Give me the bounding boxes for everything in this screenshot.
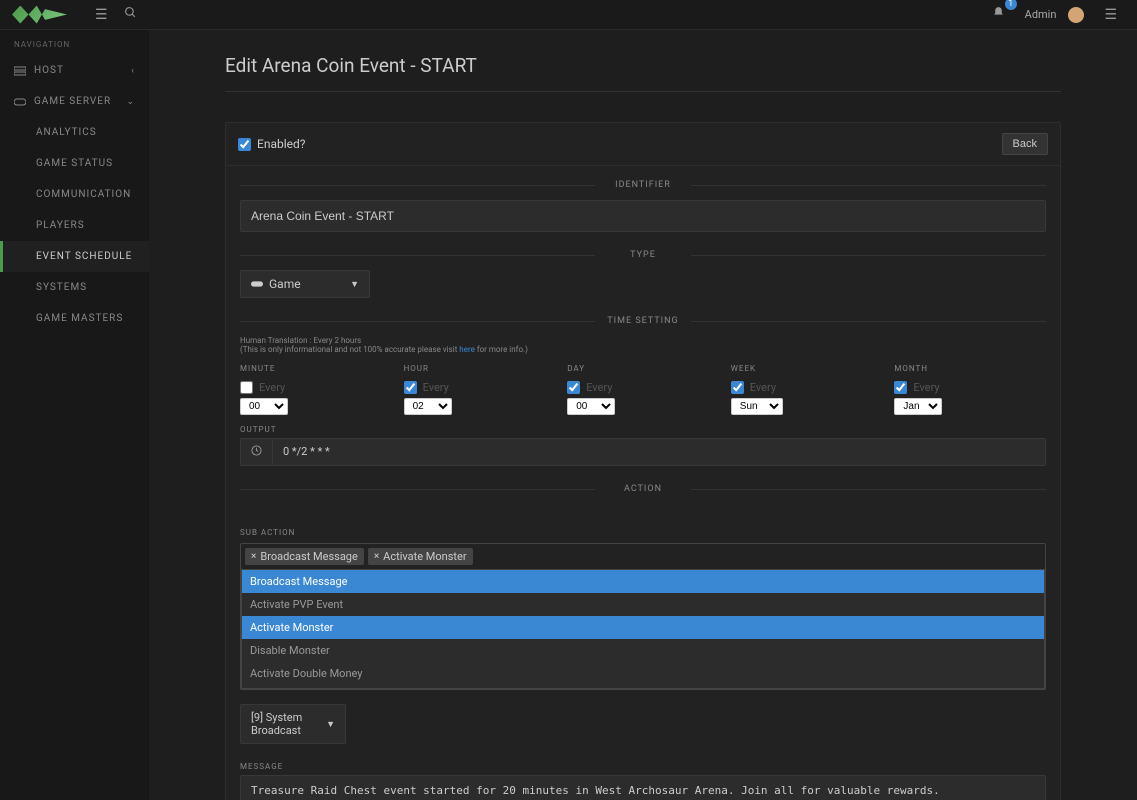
avatar[interactable] [1068,7,1084,23]
minute-select[interactable]: 00 [240,398,288,415]
logo [12,6,67,24]
month-select[interactable]: Jan [894,398,942,415]
nav-analytics[interactable]: ANALYTICS [0,117,149,148]
message-label: MESSAGE [240,762,1046,771]
enabled-checkbox-label[interactable]: Enabled? [238,137,305,151]
gamepad-icon [251,277,263,291]
action-section-label: ACTION [240,484,1046,494]
channel-select[interactable]: [9] System Broadcast ▼ [240,704,346,744]
month-column: MONTH Every Jan [894,364,1046,415]
hour-select[interactable]: 02 [404,398,452,415]
dropdown-option[interactable]: Activate Monster [242,616,1044,639]
page-title: Edit Arena Coin Event - START [225,54,1061,92]
dropdown-option[interactable]: Activate Double Drop [242,685,1044,689]
nav-systems[interactable]: SYSTEMS [0,272,149,303]
main-content: Edit Arena Coin Event - START Enabled? B… [149,30,1137,800]
sub-action-label: SUB ACTION [240,528,1046,537]
tag-activate-monster: ×Activate Monster [368,548,473,565]
server-icon [14,66,26,76]
nav-host[interactable]: HOST ‹ [0,55,149,86]
nav-game-masters[interactable]: GAME MASTERS [0,303,149,334]
notifications-button[interactable]: 1 [984,2,1013,27]
identifier-input[interactable] [240,200,1046,232]
topbar-menu-button[interactable]: ☰ [1096,3,1125,27]
nav-section-title: NAVIGATION [0,30,149,55]
hour-every-checkbox[interactable] [404,381,417,394]
output-label: OUTPUT [240,425,1046,434]
week-every-checkbox[interactable] [731,381,744,394]
dropdown-option[interactable]: Disable Monster [242,639,1044,662]
month-every-checkbox[interactable] [894,381,907,394]
week-select[interactable]: Sun [731,398,783,415]
tag-broadcast-message: ×Broadcast Message [245,548,364,565]
sub-action-dropdown: Broadcast Message Activate PVP Event Act… [241,569,1045,689]
caret-down-icon: ▼ [326,719,335,730]
remove-tag-button[interactable]: × [251,551,256,562]
output-value: 0 */2 * * * [273,438,1046,466]
translation-note: Human Translation : Every 2 hours (This … [240,336,1046,354]
message-textarea[interactable]: Treasure Raid Chest event started for 20… [240,775,1046,800]
day-column: DAY Every 00 [567,364,719,415]
identifier-section-label: IDENTIFIER [240,180,1046,190]
chevron-down-icon: ⌄ [126,97,135,107]
sidebar-toggle-button[interactable]: ☰ [87,3,116,27]
dropdown-option[interactable]: Activate PVP Event [242,593,1044,616]
time-setting-section-label: TIME SETTING [240,316,1046,326]
nav-communication[interactable]: COMMUNICATION [0,179,149,210]
clock-icon [240,438,273,466]
sub-action-multiselect[interactable]: ×Broadcast Message ×Activate Monster Bro… [240,543,1046,690]
chevron-left-icon: ‹ [131,66,135,76]
sidebar: NAVIGATION HOST ‹ GAME SERVER ⌄ ANALYTIC… [0,30,149,800]
week-column: WEEK Every Sun [731,364,883,415]
minute-every-checkbox[interactable] [240,381,253,394]
type-select[interactable]: Game ▼ [240,270,370,298]
day-select[interactable]: 00 [567,398,615,415]
day-every-checkbox[interactable] [567,381,580,394]
back-button[interactable]: Back [1002,133,1048,155]
search-icon[interactable] [116,2,145,27]
hour-column: HOUR Every 02 [404,364,556,415]
type-section-label: TYPE [240,250,1046,260]
admin-label: Admin [1025,8,1057,21]
nav-players[interactable]: PLAYERS [0,210,149,241]
topbar: ☰ 1 Admin ☰ [0,0,1137,30]
nav-event-schedule[interactable]: EVENT SCHEDULE [0,241,149,272]
nav-game-server[interactable]: GAME SERVER ⌄ [0,86,149,117]
dropdown-option[interactable]: Broadcast Message [242,570,1044,593]
minute-column: MINUTE Every 00 [240,364,392,415]
translation-help-link[interactable]: here [459,345,475,354]
dropdown-option[interactable]: Activate Double Money [242,662,1044,685]
form-panel: Enabled? Back IDENTIFIER TYPE Game ▼ TIM… [225,122,1061,800]
caret-down-icon: ▼ [350,279,359,290]
remove-tag-button[interactable]: × [374,551,379,562]
nav-game-status[interactable]: GAME STATUS [0,148,149,179]
enabled-checkbox[interactable] [238,138,251,151]
gamepad-icon [14,97,26,107]
notification-badge: 1 [1005,0,1017,10]
